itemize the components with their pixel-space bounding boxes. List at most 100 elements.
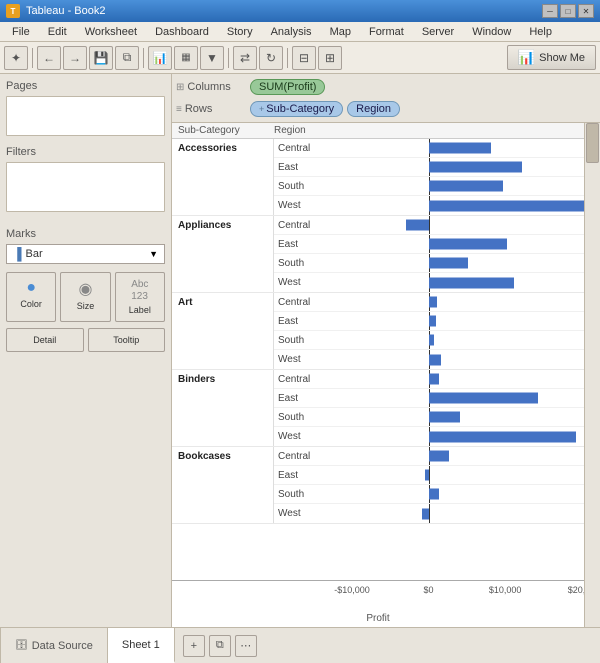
- sheet1-label: Sheet 1: [122, 639, 160, 651]
- zero-line: [429, 466, 430, 484]
- columns-pill-sum-profit[interactable]: SUM(Profit): [250, 79, 325, 95]
- filters-section: Filters: [6, 146, 165, 212]
- filters-box: [6, 162, 165, 212]
- duplicate-sheet-button[interactable]: ⧉: [209, 635, 231, 657]
- menu-story[interactable]: Story: [219, 24, 261, 40]
- axis-tick-neg10k: -$10,000: [334, 585, 370, 595]
- columns-shelf-icon: ⊞: [176, 82, 184, 93]
- size-button[interactable]: ◉ Size: [60, 272, 110, 322]
- sheet1-tab[interactable]: Sheet 1: [108, 628, 175, 663]
- data-bar: [429, 277, 514, 288]
- close-button[interactable]: ✕: [578, 4, 594, 18]
- data-bar: [429, 354, 441, 365]
- bar-area: [352, 254, 584, 272]
- toolbar-swap-button[interactable]: ⇄: [233, 46, 257, 70]
- toolbar-save-button[interactable]: 💾: [89, 46, 113, 70]
- menu-dashboard[interactable]: Dashboard: [147, 24, 217, 40]
- axis-title: Profit: [172, 613, 584, 627]
- menu-help[interactable]: Help: [521, 24, 560, 40]
- region-label: East: [274, 316, 352, 327]
- bar-area: [352, 427, 584, 446]
- bar-area: [352, 177, 584, 195]
- header-region: Region: [274, 125, 352, 136]
- region-label: East: [274, 239, 352, 250]
- bar-area: [352, 273, 584, 292]
- region-label: West: [274, 354, 352, 365]
- sheet-options-button[interactable]: ⋯: [235, 635, 257, 657]
- show-me-button[interactable]: 📊 Show Me: [507, 45, 596, 70]
- menu-server[interactable]: Server: [414, 24, 462, 40]
- toolbar-separator-2: [143, 48, 144, 68]
- toolbar-forward-button[interactable]: →: [63, 46, 87, 70]
- bar-area: [352, 504, 584, 523]
- table-row: East: [274, 235, 584, 254]
- menu-edit[interactable]: Edit: [40, 24, 75, 40]
- data-source-label: Data Source: [32, 640, 93, 652]
- toolbar-group-button[interactable]: ⊞: [318, 46, 342, 70]
- data-source-tab[interactable]: 🗄 Data Source: [0, 628, 108, 663]
- group-label-bookcases: Bookcases: [172, 447, 274, 523]
- toolbar-dropdown-button[interactable]: ▼: [200, 46, 224, 70]
- table-row: South: [274, 485, 584, 504]
- minimize-button[interactable]: ─: [542, 4, 558, 18]
- chart-area: Sub-Category Region AccessoriesCentralEa…: [172, 123, 600, 627]
- table-row: South: [274, 254, 584, 273]
- table-row: East: [274, 312, 584, 331]
- pages-box: [6, 96, 165, 136]
- menu-worksheet[interactable]: Worksheet: [77, 24, 145, 40]
- marks-type-dropdown[interactable]: ▐ Bar ▼: [6, 244, 165, 264]
- scrollbar-thumb[interactable]: [586, 123, 599, 163]
- bar-area: [352, 158, 584, 176]
- menu-file[interactable]: File: [4, 24, 38, 40]
- zero-line: [429, 216, 430, 234]
- axis-tick-0: $0: [424, 585, 434, 595]
- maximize-button[interactable]: □: [560, 4, 576, 18]
- main-layout: Pages Filters Marks ▐ Bar ▼ ● Color ◉ Si: [0, 74, 600, 627]
- viz-body: AccessoriesCentralEastSouthWestAppliance…: [172, 139, 584, 580]
- database-icon: 🗄: [15, 640, 28, 651]
- plus-icon: +: [259, 104, 264, 114]
- add-sheet-button[interactable]: +: [183, 635, 205, 657]
- toolbar-copy-button[interactable]: ⧉: [115, 46, 139, 70]
- data-bar: [429, 393, 537, 404]
- rows-pill-sub-category[interactable]: +Sub-Category: [250, 101, 343, 117]
- toolbar-chart-button[interactable]: 📊: [148, 46, 172, 70]
- bar-area: [352, 293, 584, 311]
- menu-window[interactable]: Window: [464, 24, 519, 40]
- rows-pill-region[interactable]: Region: [347, 101, 400, 117]
- group-regions-art: CentralEastSouthWest: [274, 293, 584, 369]
- region-label: South: [274, 181, 352, 192]
- label-button[interactable]: Abc123 Label: [115, 272, 165, 322]
- table-row: Central: [274, 293, 584, 312]
- bar-chart-icon: ▐: [13, 247, 22, 261]
- color-button[interactable]: ● Color: [6, 272, 56, 322]
- tooltip-button[interactable]: Tooltip: [88, 328, 166, 352]
- menu-format[interactable]: Format: [361, 24, 412, 40]
- menu-map[interactable]: Map: [322, 24, 359, 40]
- toolbar-back-button[interactable]: ←: [37, 46, 61, 70]
- data-bar: [429, 239, 506, 250]
- label-text-icon: Abc123: [131, 279, 148, 303]
- size-icon: ◉: [79, 279, 93, 299]
- group-row-appliances: AppliancesCentralEastSouthWest: [172, 216, 584, 293]
- toolbar-refresh-button[interactable]: ↻: [259, 46, 283, 70]
- group-label-binders: Binders: [172, 370, 274, 446]
- marks-extra-buttons: Detail Tooltip: [6, 328, 165, 352]
- toolbar-new-button[interactable]: ✦: [4, 46, 28, 70]
- table-row: South: [274, 177, 584, 196]
- toolbar-separator-4: [287, 48, 288, 68]
- menu-analysis[interactable]: Analysis: [263, 24, 320, 40]
- scrollbar[interactable]: [584, 123, 600, 627]
- table-row: East: [274, 389, 584, 408]
- group-row-art: ArtCentralEastSouthWest: [172, 293, 584, 370]
- rows-shelf-icon: ≡: [176, 104, 182, 115]
- toolbar-filter-button[interactable]: ⊟: [292, 46, 316, 70]
- group-label-appliances: Appliances: [172, 216, 274, 292]
- toolbar-bar-button[interactable]: ▦: [174, 46, 198, 70]
- table-row: South: [274, 408, 584, 427]
- viz-x-axis: -$10,000 $0 $10,000 $20,000: [172, 580, 584, 613]
- bar-area: [352, 196, 584, 215]
- detail-button[interactable]: Detail: [6, 328, 84, 352]
- viz-container: Sub-Category Region AccessoriesCentralEa…: [172, 123, 584, 627]
- group-regions-binders: CentralEastSouthWest: [274, 370, 584, 446]
